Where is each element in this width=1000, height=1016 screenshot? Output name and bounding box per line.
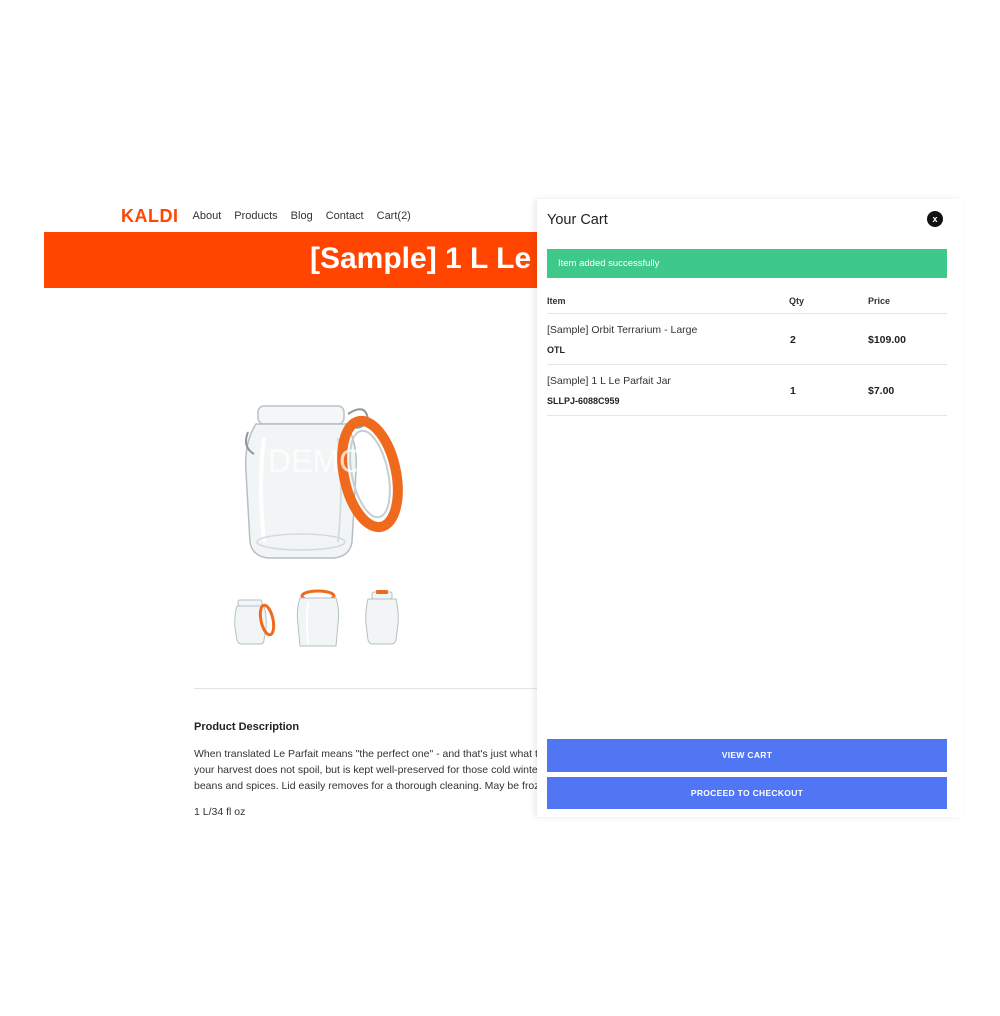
item-sku: OTL — [547, 345, 565, 355]
cart-table: Item Qty Price [Sample] Orbit Terrarium … — [547, 294, 947, 416]
product-size: 1 L/34 fl oz — [194, 806, 246, 818]
column-qty: Qty — [789, 296, 805, 306]
nav-products[interactable]: Products — [234, 210, 277, 222]
top-nav: KALDI About Products Blog Contact Cart(2… — [121, 206, 424, 227]
table-row: [Sample] 1 L Le Parfait Jar SLLPJ-6088C9… — [547, 365, 947, 416]
page: KALDI About Products Blog Contact Cart(2… — [0, 0, 1000, 1016]
item-price: $109.00 — [868, 334, 906, 346]
hero-banner: [Sample] 1 L Le — [44, 232, 537, 288]
column-item: Item — [547, 296, 566, 306]
view-cart-button[interactable]: VIEW CART — [547, 739, 947, 772]
cart-title: Your Cart — [547, 212, 608, 228]
product-main-image[interactable]: DEMO — [198, 392, 408, 562]
nav-contact[interactable]: Contact — [326, 210, 364, 222]
nav-blog[interactable]: Blog — [291, 210, 313, 222]
page-title: [Sample] 1 L Le — [310, 242, 532, 275]
checkout-button[interactable]: PROCEED TO CHECKOUT — [547, 777, 947, 809]
thumbnail-2[interactable] — [296, 588, 340, 648]
success-alert: Item added successfully — [547, 249, 947, 278]
nav-cart[interactable]: Cart(2) — [377, 210, 411, 222]
item-sku: SLLPJ-6088C959 — [547, 396, 620, 406]
demo-watermark: DEMO — [268, 443, 364, 479]
cart-drawer: Your Cart x Item added successfully Item… — [537, 199, 963, 817]
nav-about[interactable]: About — [193, 210, 222, 222]
description-line: When translated Le Parfait means "the pe… — [194, 748, 537, 760]
thumbnail-strip — [232, 588, 424, 648]
logo[interactable]: KALDI — [121, 206, 179, 227]
column-price: Price — [868, 296, 891, 306]
table-header: Item Qty Price — [547, 294, 947, 314]
item-qty: 2 — [790, 334, 796, 346]
item-price: $7.00 — [868, 385, 895, 397]
description-title: Product Description — [194, 721, 300, 733]
close-icon[interactable]: x — [927, 211, 943, 227]
item-name[interactable]: [Sample] Orbit Terrarium - Large — [547, 324, 697, 336]
section-divider — [194, 688, 537, 689]
item-qty: 1 — [790, 385, 796, 397]
description-line: your harvest does not spoil, but is kept… — [194, 764, 537, 776]
description-line: beans and spices. Lid easily removes for… — [194, 780, 537, 792]
description-body: When translated Le Parfait means "the pe… — [194, 746, 537, 798]
item-name[interactable]: [Sample] 1 L Le Parfait Jar — [547, 375, 671, 387]
thumbnail-1[interactable] — [232, 588, 276, 648]
table-row: [Sample] Orbit Terrarium - Large OTL 2 $… — [547, 314, 947, 365]
thumbnail-3[interactable] — [360, 588, 404, 648]
